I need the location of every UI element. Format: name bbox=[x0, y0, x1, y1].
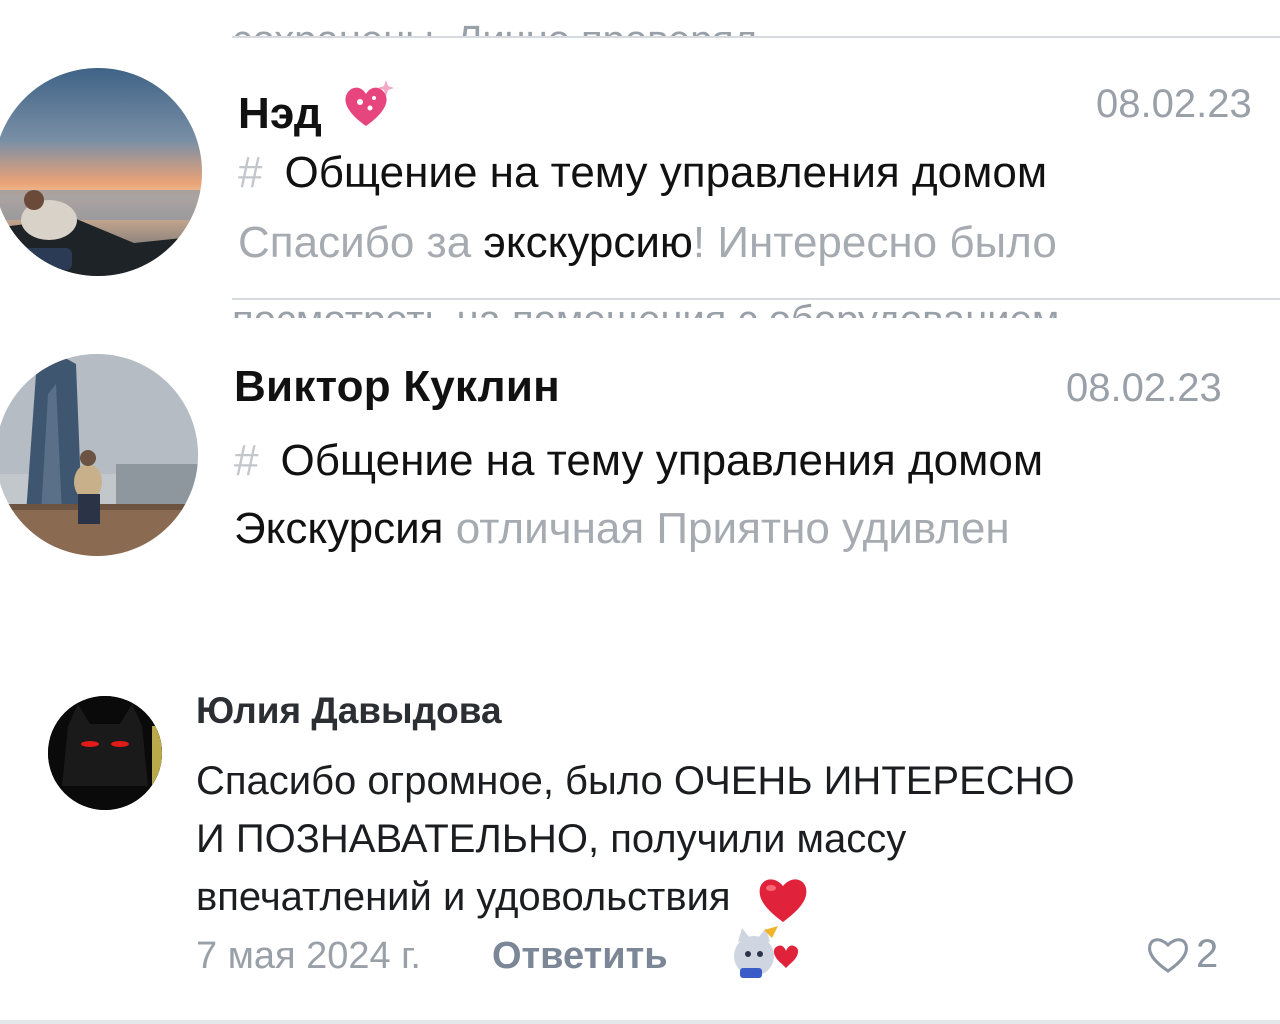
avatar[interactable] bbox=[48, 696, 162, 810]
message-date: 08.02.23 bbox=[1066, 366, 1222, 410]
contact-name[interactable]: Виктор Куклин bbox=[234, 362, 560, 412]
message-preview: Спасибо за экскурсию! Интересно было bbox=[238, 218, 1057, 267]
divider bbox=[232, 36, 1280, 38]
message-preview: Экскурсия отличная Приятно удивлен bbox=[234, 504, 1010, 553]
divider bbox=[232, 298, 1280, 300]
comment-text: Спасибо огромное, было ОЧЕНЬ ИНТЕРЕСНО И… bbox=[196, 752, 1236, 926]
messages-page: сохранены. Лично проверял bbox=[0, 0, 1280, 1024]
cat-sticker-icon bbox=[734, 926, 799, 978]
red-heart-icon bbox=[759, 879, 807, 922]
reaction-sticker[interactable] bbox=[728, 924, 808, 989]
contact-name[interactable]: Нэд bbox=[238, 76, 398, 139]
divider bbox=[0, 1020, 1280, 1024]
like-count: 2 bbox=[1196, 932, 1219, 976]
heart-sparkle-sticker-icon bbox=[345, 80, 395, 126]
reply-button[interactable]: Ответить bbox=[492, 935, 668, 978]
chat-topic: # Общение на тему управления домом bbox=[234, 436, 1044, 485]
avatar[interactable] bbox=[0, 354, 198, 556]
comment-author[interactable]: Юлия Давыдова bbox=[196, 690, 502, 732]
comment-date: 7 мая 2024 г. bbox=[196, 935, 421, 977]
cut-off-message-text: сохранены. Лично проверял bbox=[232, 14, 1280, 36]
hashtag-icon: # bbox=[238, 148, 263, 197]
message-date: 08.02.23 bbox=[1096, 82, 1252, 126]
city-photo-icon bbox=[0, 354, 198, 556]
avatar[interactable] bbox=[0, 68, 202, 276]
chat-topic: # Общение на тему управления домом bbox=[238, 148, 1048, 197]
heart-outline-icon bbox=[1148, 937, 1188, 973]
dark-creature-avatar-icon bbox=[48, 696, 162, 810]
sunset-photo-icon bbox=[0, 68, 202, 276]
like-button[interactable]: 2 bbox=[1146, 932, 1218, 977]
hashtag-icon: # bbox=[234, 436, 259, 485]
